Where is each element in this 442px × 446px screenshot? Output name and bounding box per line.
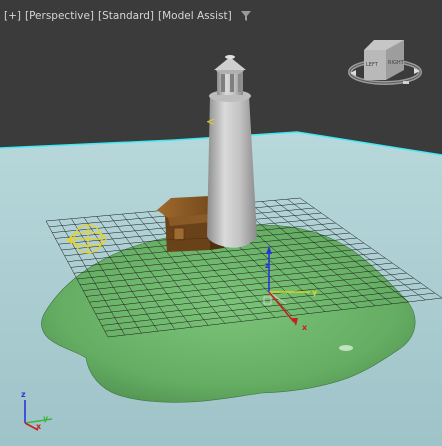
gizmo-z-label: z <box>265 261 270 270</box>
perspective-viewport[interactable]: < z y x LEFT RIGHT z y x [+] [Perspectiv… <box>0 0 442 446</box>
viewport-label-menu: [+] [Perspective] [Standard] [Model Assi… <box>3 8 251 24</box>
viewport-pov-menu[interactable]: [Perspective] <box>24 10 95 22</box>
world-z-label: z <box>21 390 26 399</box>
scene-canvas[interactable]: < z y x LEFT RIGHT z y x <box>0 0 442 446</box>
gizmo-y-label: y <box>312 288 318 297</box>
world-x-label: x <box>36 422 42 431</box>
viewcube[interactable]: LEFT RIGHT <box>348 40 422 85</box>
viewport-display-menu[interactable]: [Model Assist] <box>157 10 233 22</box>
light-target-marker: < <box>206 115 215 128</box>
gizmo-x-label: x <box>302 323 308 332</box>
funnel-icon[interactable] <box>240 11 251 21</box>
viewcube-right-face[interactable]: RIGHT <box>388 60 405 66</box>
viewcube-left-face[interactable]: LEFT <box>366 62 379 68</box>
lighthouse-model <box>207 55 257 248</box>
island-highlight <box>339 345 353 351</box>
world-y-label: y <box>43 414 49 423</box>
viewport-plus-menu[interactable]: [+] <box>3 10 22 22</box>
viewport-shading-menu[interactable]: [Standard] <box>97 10 155 22</box>
